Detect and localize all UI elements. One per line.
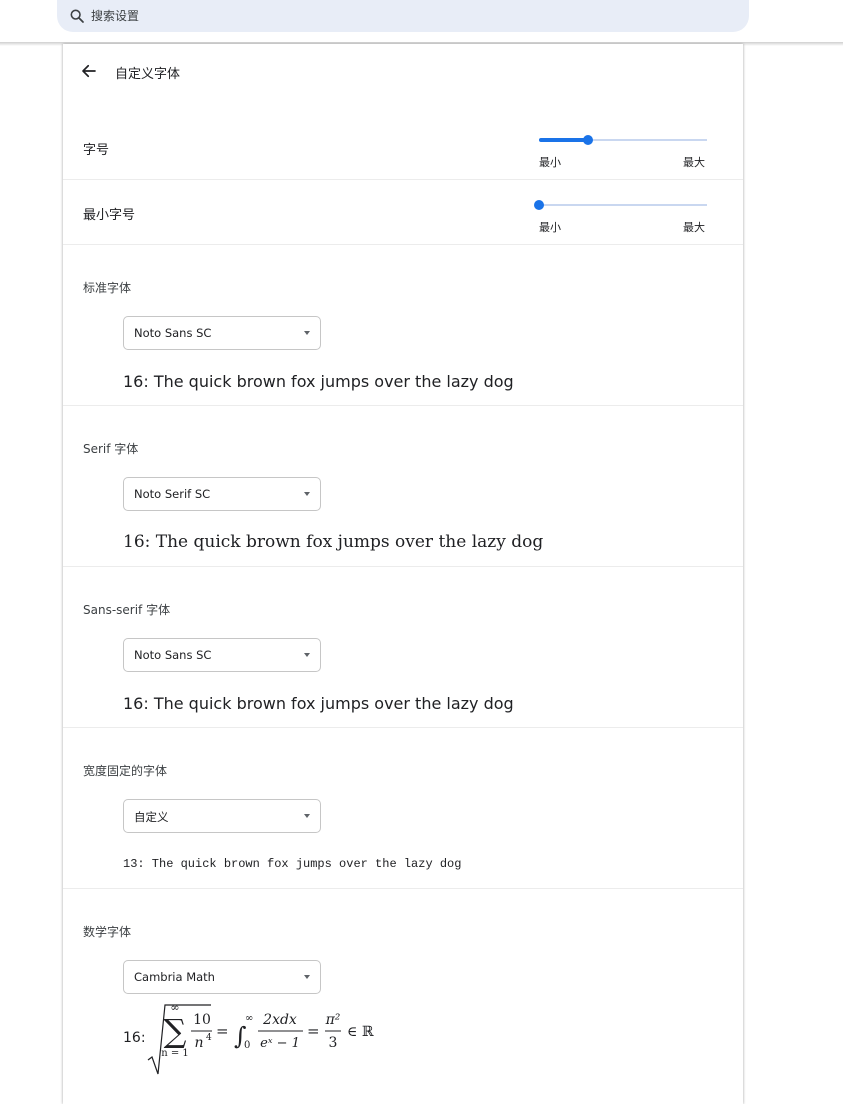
fraction-denominator: n bbox=[194, 1035, 203, 1051]
divider bbox=[63, 179, 743, 180]
integral-denominator: eˣ − 1 bbox=[260, 1036, 300, 1051]
min-font-size-slider[interactable] bbox=[534, 198, 707, 212]
divider bbox=[63, 727, 743, 728]
font-size-label: 字号 bbox=[83, 143, 110, 158]
divider bbox=[63, 566, 743, 567]
search-icon bbox=[70, 9, 84, 23]
min-font-size-max-label: 最大 bbox=[683, 221, 705, 234]
fraction-numerator: 10 bbox=[193, 1012, 211, 1028]
math-font-label: 数学字体 bbox=[83, 925, 132, 939]
page-title: 自定义字体 bbox=[115, 67, 181, 82]
fraction-denominator-exp: 4 bbox=[206, 1033, 212, 1043]
sans-serif-font-label: Sans-serif 字体 bbox=[83, 603, 171, 617]
equals-1: = bbox=[216, 1022, 229, 1040]
font-size-max-label: 最大 bbox=[683, 156, 705, 169]
fixed-width-font-label: 宽度固定的字体 bbox=[83, 764, 168, 778]
serif-font-select[interactable]: Noto Serif SC bbox=[123, 477, 321, 511]
math-font-select[interactable]: Cambria Math bbox=[123, 960, 321, 994]
min-font-size-min-label: 最小 bbox=[539, 221, 561, 234]
serif-font-label: Serif 字体 bbox=[83, 442, 139, 456]
result-denominator: 3 bbox=[329, 1035, 338, 1051]
min-font-size-label: 最小字号 bbox=[83, 208, 136, 223]
serif-font-sample: 16: The quick brown fox jumps over the l… bbox=[123, 532, 544, 552]
sum-sign: ∑ bbox=[164, 1012, 187, 1050]
font-size-min-label: 最小 bbox=[539, 156, 561, 169]
select-value: 自定义 bbox=[134, 810, 169, 824]
integral-lower: 0 bbox=[244, 1040, 250, 1051]
fixed-width-font-sample: 13: The quick brown fox jumps over the l… bbox=[123, 857, 462, 871]
dropdown-arrow-icon bbox=[304, 814, 310, 818]
select-value: Noto Sans SC bbox=[134, 326, 212, 340]
sans-serif-font-sample: 16: The quick brown fox jumps over the l… bbox=[123, 694, 514, 713]
search-box[interactable] bbox=[57, 0, 749, 32]
search-input[interactable] bbox=[91, 7, 711, 25]
slider-fill bbox=[539, 138, 588, 142]
math-formula: ∞ ∑ n = 1 10 n 4 = ∫ ∞ 0 2xdx eˣ − 1 = π… bbox=[147, 1001, 374, 1075]
divider bbox=[63, 405, 743, 406]
font-size-slider[interactable] bbox=[539, 133, 707, 147]
slider-track bbox=[539, 204, 707, 206]
sans-serif-font-select[interactable]: Noto Sans SC bbox=[123, 638, 321, 672]
divider bbox=[63, 888, 743, 889]
select-value: Cambria Math bbox=[134, 970, 215, 984]
standard-font-sample: 16: The quick brown fox jumps over the l… bbox=[123, 372, 514, 391]
fixed-width-font-select[interactable]: 自定义 bbox=[123, 799, 321, 833]
standard-font-select[interactable]: Noto Sans SC bbox=[123, 316, 321, 350]
top-bar bbox=[0, 0, 843, 44]
equals-2: = bbox=[307, 1022, 320, 1040]
back-arrow-icon[interactable] bbox=[80, 62, 98, 80]
dropdown-arrow-icon bbox=[304, 492, 310, 496]
element-of-reals: ∈ ℝ bbox=[347, 1024, 374, 1040]
dropdown-arrow-icon bbox=[304, 653, 310, 657]
dropdown-arrow-icon bbox=[304, 331, 310, 335]
slider-knob[interactable] bbox=[534, 200, 544, 210]
result-numerator: π² bbox=[325, 1012, 341, 1028]
slider-knob[interactable] bbox=[583, 135, 593, 145]
math-font-sample: 16: ∞ ∑ n = 1 10 n 4 = ∫ ∞ 0 2xdx eˣ − 1… bbox=[123, 994, 423, 1084]
sum-lower: n = 1 bbox=[161, 1048, 189, 1059]
select-value: Noto Serif SC bbox=[134, 487, 211, 501]
dropdown-arrow-icon bbox=[304, 975, 310, 979]
standard-font-label: 标准字体 bbox=[83, 281, 132, 295]
integral-upper: ∞ bbox=[245, 1013, 253, 1024]
divider bbox=[63, 244, 743, 245]
select-value: Noto Sans SC bbox=[134, 648, 212, 662]
integral-numerator: 2xdx bbox=[262, 1012, 297, 1028]
settings-card: 自定义字体 字号 最小 最大 最小字号 最小 最大 标准字体 Noto Sans… bbox=[63, 44, 743, 1104]
